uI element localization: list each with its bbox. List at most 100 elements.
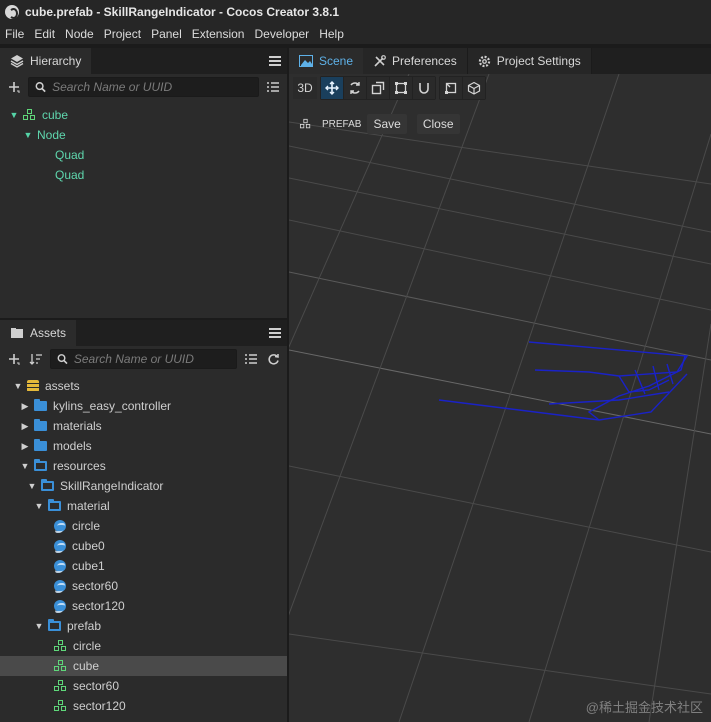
hierarchy-menu-icon[interactable]	[269, 56, 281, 66]
asset-prefab-cube[interactable]: cube	[0, 656, 287, 676]
menu-panel[interactable]: Panel	[146, 24, 187, 44]
pivot-cube-icon[interactable]	[463, 77, 485, 99]
folder-icon	[34, 439, 47, 451]
local-space-icon[interactable]	[440, 77, 462, 99]
asset-label: assets	[45, 379, 80, 393]
node-label: Quad	[55, 148, 85, 162]
sort-icon[interactable]	[28, 351, 44, 367]
asset-material-circle[interactable]: circle	[0, 516, 287, 536]
chevron-down-icon[interactable]: ▼	[26, 480, 38, 492]
save-button[interactable]: Save	[367, 114, 407, 134]
asset-label: circle	[72, 519, 101, 533]
asset-kylins-easy-controller[interactable]: ▶ kylins_easy_controller	[0, 396, 287, 416]
menu-node[interactable]: Node	[60, 24, 99, 44]
assets-menu-icon[interactable]	[269, 328, 281, 338]
menu-project[interactable]: Project	[99, 24, 146, 44]
tab-hierarchy[interactable]: Hierarchy	[0, 48, 92, 74]
folder-open-icon	[48, 499, 61, 511]
close-button[interactable]: Close	[416, 114, 460, 134]
prefab-icon	[54, 640, 67, 652]
prefab-mode-label: PREFAB	[322, 118, 362, 130]
asset-label: sector120	[72, 599, 125, 613]
chevron-right-icon[interactable]: ▶	[19, 440, 31, 452]
asset-prefab-sector120[interactable]: sector120	[0, 696, 287, 716]
asset-prefab-folder[interactable]: ▼ prefab	[0, 616, 287, 636]
tab-scene[interactable]: Scene	[289, 48, 364, 74]
tab-assets-label: Assets	[30, 326, 67, 340]
asset-material-cube1[interactable]: cube1	[0, 556, 287, 576]
asset-models[interactable]: ▶ models	[0, 436, 287, 456]
folder-open-icon	[48, 619, 61, 631]
hierarchy-search-input[interactable]	[52, 80, 258, 94]
scene-viewport[interactable]	[289, 74, 711, 722]
folder-open-icon	[41, 479, 54, 491]
chevron-down-icon[interactable]: ▼	[8, 109, 20, 121]
refresh-icon[interactable]	[265, 351, 281, 367]
material-icon	[54, 580, 66, 592]
add-icon[interactable]	[6, 79, 22, 95]
rotate-tool-icon[interactable]	[344, 77, 366, 99]
chevron-down-icon[interactable]: ▼	[19, 460, 31, 472]
chevron-down-icon[interactable]: ▼	[22, 129, 34, 141]
asset-prefab-circle[interactable]: circle	[0, 636, 287, 656]
asset-prefab-sector60[interactable]: sector60	[0, 676, 287, 696]
asset-skillrangeindicator[interactable]: ▼ SkillRangeIndicator	[0, 476, 287, 496]
assets-panel: Assets ▼ assets ▶ kylins_easy_con	[0, 320, 287, 722]
asset-label: sector60	[73, 679, 120, 693]
menu-extension[interactable]: Extension	[187, 24, 250, 44]
cocos-logo-icon	[5, 5, 19, 19]
folder-icon	[34, 419, 47, 431]
chevron-down-icon[interactable]: ▼	[33, 500, 45, 512]
asset-material-sector60[interactable]: sector60	[0, 576, 287, 596]
asset-material-folder[interactable]: ▼ material	[0, 496, 287, 516]
sort-list-icon[interactable]	[243, 351, 259, 367]
folder-open-icon	[34, 459, 47, 471]
chevron-right-icon[interactable]: ▶	[19, 400, 31, 412]
asset-material-cube0[interactable]: cube0	[0, 536, 287, 556]
asset-materials[interactable]: ▶ materials	[0, 416, 287, 436]
asset-assets[interactable]: ▼ assets	[0, 376, 287, 396]
tab-assets[interactable]: Assets	[0, 320, 77, 346]
add-icon[interactable]	[6, 351, 22, 367]
transform-tools	[320, 76, 436, 100]
node-label: Node	[37, 128, 66, 142]
tab-project-settings-label: Project Settings	[496, 54, 581, 68]
search-icon	[35, 82, 46, 93]
assets-search-input[interactable]	[73, 352, 236, 366]
assets-search-row	[0, 346, 287, 372]
rect-tool-icon[interactable]	[390, 77, 412, 99]
menu-help[interactable]: Help	[314, 24, 349, 44]
menu-edit[interactable]: Edit	[29, 24, 60, 44]
assets-tabstrip: Assets	[0, 320, 287, 346]
tab-preferences[interactable]: Preferences	[363, 48, 468, 74]
chevron-right-icon[interactable]: ▶	[19, 420, 31, 432]
asset-material-sector120[interactable]: sector120	[0, 596, 287, 616]
move-tool-icon[interactable]	[321, 77, 343, 99]
node-quad[interactable]: Quad	[0, 165, 287, 185]
prefab-icon	[54, 700, 67, 712]
sort-list-icon[interactable]	[265, 79, 281, 95]
hierarchy-tabstrip: Hierarchy	[0, 48, 287, 74]
chevron-down-icon[interactable]: ▼	[33, 620, 45, 632]
scene-tabstrip: Scene Preferences Project Settings	[289, 48, 711, 74]
assets-folder-icon	[11, 328, 23, 338]
hierarchy-panel: Hierarchy ▼ cube ▼ Node Quad Quad	[0, 48, 287, 318]
prefab-edit-bar: PREFAB Save Close	[299, 114, 460, 134]
material-icon	[54, 520, 66, 532]
toggle-3d-button[interactable]: 3D	[293, 77, 317, 99]
node-node[interactable]: ▼ Node	[0, 125, 287, 145]
scale-tool-icon[interactable]	[367, 77, 389, 99]
menu-developer[interactable]: Developer	[249, 24, 314, 44]
tab-project-settings[interactable]: Project Settings	[467, 48, 592, 74]
scene-panel: Scene Preferences Project Settings 3D PR…	[289, 48, 711, 722]
snap-magnet-icon[interactable]	[413, 77, 435, 99]
asset-label: resources	[53, 459, 106, 473]
node-quad[interactable]: Quad	[0, 145, 287, 165]
node-cube[interactable]: ▼ cube	[0, 105, 287, 125]
menu-file[interactable]: File	[0, 24, 29, 44]
gear-icon	[478, 55, 490, 67]
asset-resources[interactable]: ▼ resources	[0, 456, 287, 476]
chevron-down-icon[interactable]: ▼	[12, 380, 24, 392]
asset-label: material	[67, 499, 110, 513]
tab-scene-label: Scene	[319, 54, 354, 68]
